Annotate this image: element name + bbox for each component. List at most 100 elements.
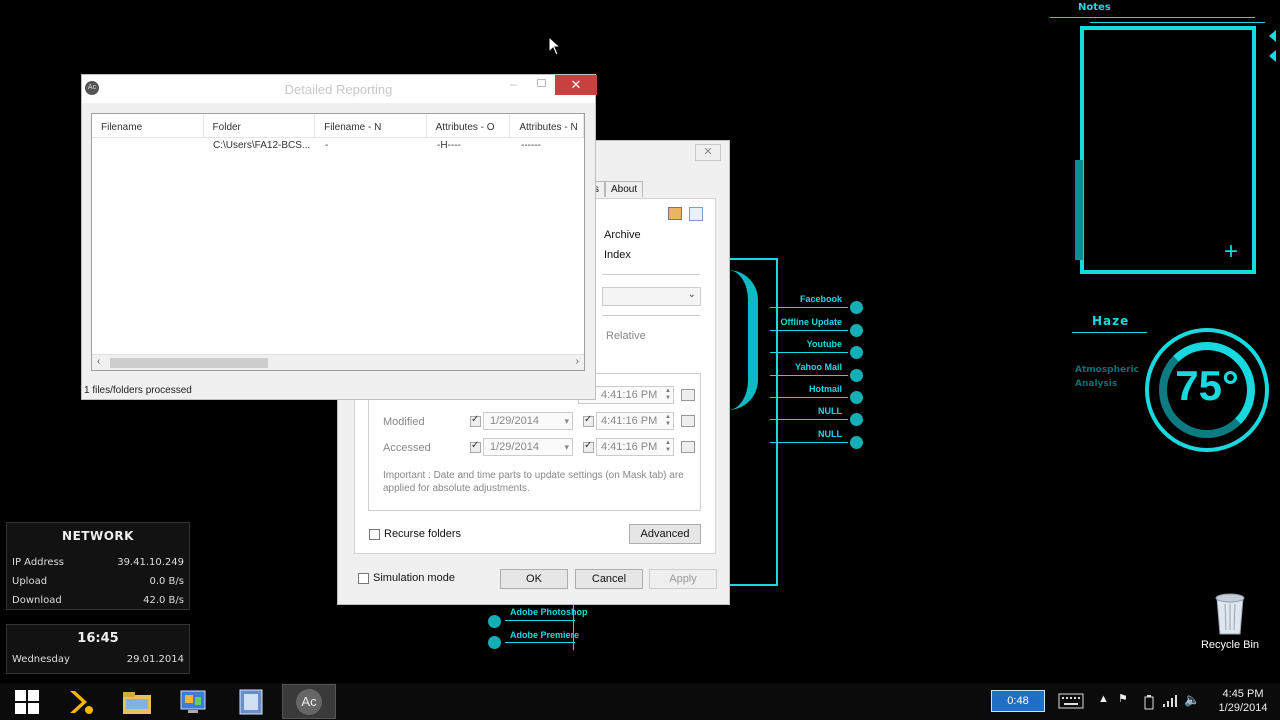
- modified-time-checkbox[interactable]: [583, 414, 594, 427]
- accessed-time[interactable]: 4:41:16 PM ▲ ▼: [596, 438, 674, 456]
- horizontal-scrollbar[interactable]: ‹ ›: [92, 354, 584, 370]
- temperature-gauge: 75°: [1145, 328, 1269, 452]
- table-row[interactable]: C:\Users\FA12-BCS... - -H---- ------: [92, 140, 584, 156]
- recycle-bin-label: Recycle Bin: [1200, 639, 1260, 651]
- apply-button[interactable]: Apply: [649, 569, 717, 589]
- close-button[interactable]: ✕: [695, 144, 721, 161]
- network-row-ip: IP Address 39.41.10.249: [12, 557, 184, 568]
- accessed-date-checkbox[interactable]: [470, 440, 481, 453]
- taskbar-app-control-panel[interactable]: [166, 684, 220, 719]
- signal-icon[interactable]: [1162, 694, 1178, 708]
- relative-label[interactable]: Relative: [606, 330, 646, 342]
- hud-link-6[interactable]: NULL: [760, 406, 842, 416]
- scroll-left-icon[interactable]: ‹: [97, 356, 100, 367]
- adobe-premiere-dot[interactable]: [488, 636, 501, 649]
- adobe-photoshop-dot[interactable]: [488, 615, 501, 628]
- simulation-label[interactable]: Simulation mode: [373, 572, 455, 584]
- cell-filename-n: -: [325, 140, 329, 151]
- mode-select[interactable]: ⌄: [602, 287, 701, 306]
- copy-icon[interactable]: [668, 207, 682, 220]
- modified-date-checkbox[interactable]: [470, 414, 481, 427]
- haze-title: Haze: [1092, 314, 1130, 328]
- clock-time: 16:45: [77, 631, 119, 646]
- hud-link-dot[interactable]: [850, 324, 863, 337]
- adobe-rule: [505, 620, 575, 621]
- notes-add-icon[interactable]: +: [1224, 238, 1238, 266]
- list-header: Filename Folder Filename - N Attributes …: [92, 114, 584, 138]
- accessed-date[interactable]: 1/29/2014 ▾: [483, 438, 573, 456]
- hud-link-rule: [770, 397, 848, 398]
- clock-widget: 16:45 Wednesday 29.01.2014: [6, 624, 190, 674]
- close-button[interactable]: ✕: [555, 75, 597, 95]
- hud-link-7[interactable]: NULL: [760, 429, 842, 439]
- mouse-cursor-icon: [548, 36, 562, 56]
- cell-folder: C:\Users\FA12-BCS...: [213, 140, 311, 151]
- scroll-thumb[interactable]: [110, 358, 268, 368]
- adobe-rule: [505, 642, 575, 643]
- accessed-now-button[interactable]: [681, 441, 695, 453]
- refresh-icon[interactable]: [689, 207, 703, 221]
- report-list[interactable]: Filename Folder Filename - N Attributes …: [91, 113, 585, 371]
- cell-filename: [92, 140, 204, 156]
- title-bar[interactable]: Ac Detailed Reporting – ✕: [82, 75, 597, 103]
- taskbar-app-attribute-changer[interactable]: Ac: [282, 684, 336, 719]
- recurse-checkbox[interactable]: [369, 529, 380, 540]
- flag-icon[interactable]: ⚑: [1118, 692, 1128, 705]
- simulation-checkbox[interactable]: [358, 573, 369, 584]
- hud-link-dot[interactable]: [850, 346, 863, 359]
- adobe-photoshop-link[interactable]: Adobe Photoshop: [510, 607, 588, 617]
- adobe-premiere-link[interactable]: Adobe Premiere: [510, 630, 579, 640]
- scroll-right-icon[interactable]: ›: [576, 356, 579, 367]
- maximize-button[interactable]: [537, 79, 546, 87]
- column-header-folder[interactable]: Folder: [204, 114, 316, 137]
- volume-icon[interactable]: 🔈: [1184, 692, 1200, 708]
- tab-about[interactable]: About: [605, 181, 644, 197]
- window-title: Detailed Reporting: [284, 82, 393, 97]
- recurse-label[interactable]: Recurse folders: [384, 528, 461, 540]
- taskbar-app-file-explorer[interactable]: [110, 684, 164, 719]
- column-header-filename-n[interactable]: Filename - N: [315, 114, 427, 137]
- divider: [602, 315, 700, 316]
- accessed-time-checkbox[interactable]: [583, 440, 594, 453]
- column-header-filename[interactable]: Filename: [92, 114, 204, 137]
- taskbar-app-plex[interactable]: [54, 684, 108, 719]
- hud-link-5[interactable]: Hotmail: [760, 384, 842, 394]
- notes-frame[interactable]: [1080, 26, 1256, 274]
- chevron-down-icon: ⌄: [687, 289, 696, 300]
- created-now-button[interactable]: [681, 389, 695, 401]
- hud-link-dot[interactable]: [850, 436, 863, 449]
- recycle-bin[interactable]: Recycle Bin: [1200, 592, 1260, 651]
- hud-link-4[interactable]: Yahoo Mail: [760, 362, 842, 372]
- modified-now-button[interactable]: [681, 415, 695, 427]
- hud-link-dot[interactable]: [850, 391, 863, 404]
- hud-link-1[interactable]: Facebook: [760, 294, 842, 304]
- hud-link-rule: [770, 442, 848, 443]
- keyboard-icon[interactable]: [1058, 693, 1084, 709]
- advanced-button[interactable]: Advanced: [629, 524, 701, 544]
- modified-label: Modified: [383, 416, 425, 428]
- modified-time[interactable]: 4:41:16 PM ▲ ▼: [596, 412, 674, 430]
- power-icon[interactable]: [1142, 694, 1156, 710]
- taskbar-app-video[interactable]: [224, 684, 278, 719]
- hud-link-dot[interactable]: [850, 369, 863, 382]
- cell-attributes-o: -H----: [437, 140, 461, 151]
- atmospheric-label: Atmospheric Analysis: [1075, 365, 1139, 389]
- show-hidden-icons-icon[interactable]: ▲: [1098, 693, 1109, 705]
- column-header-attributes-n[interactable]: Attributes - N: [510, 114, 584, 137]
- recording-timer[interactable]: 0:48: [991, 690, 1045, 712]
- hud-link-dot[interactable]: [850, 413, 863, 426]
- hud-link-2[interactable]: Offline Update: [760, 317, 842, 327]
- modified-date[interactable]: 1/29/2014 ▾: [483, 412, 573, 430]
- ok-button[interactable]: OK: [500, 569, 568, 589]
- notes-rule: [1050, 17, 1255, 18]
- hud-link-rule: [770, 352, 848, 353]
- minimize-button[interactable]: –: [510, 77, 517, 91]
- hud-link-3[interactable]: Youtube: [760, 339, 842, 349]
- attr-index[interactable]: Index: [604, 249, 631, 261]
- hud-link-dot[interactable]: [850, 301, 863, 314]
- start-button[interactable]: [0, 684, 54, 719]
- attr-archive[interactable]: Archive: [604, 229, 641, 241]
- column-header-attributes-o[interactable]: Attributes - O: [427, 114, 511, 137]
- cancel-button[interactable]: Cancel: [575, 569, 643, 589]
- system-clock[interactable]: 4:45 PM 1/29/2014: [1210, 687, 1276, 715]
